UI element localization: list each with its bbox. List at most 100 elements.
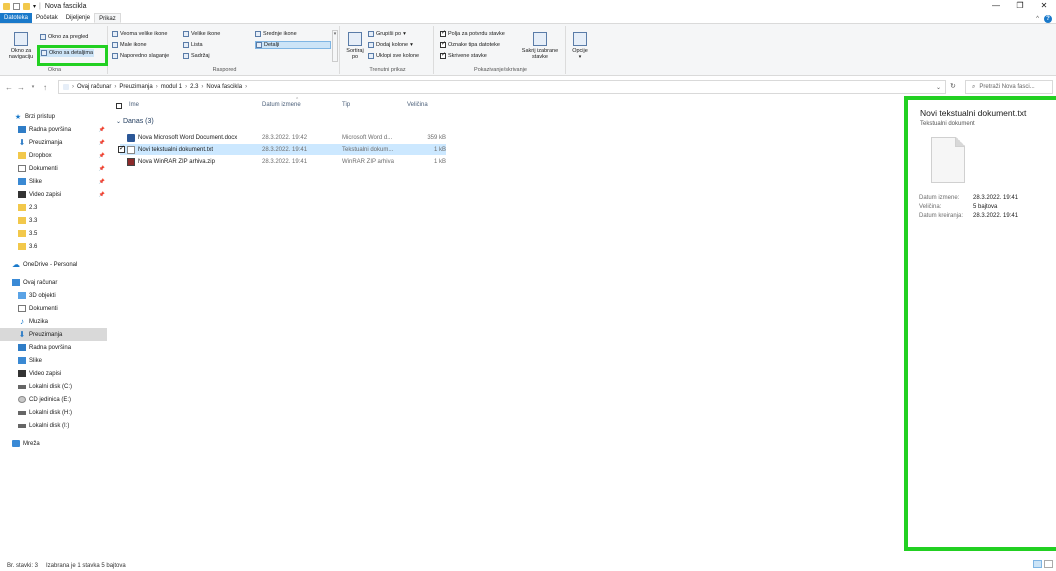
nav-item-3d-objects[interactable]: 3D objekti: [0, 289, 107, 302]
column-header-size[interactable]: Veličina: [407, 102, 428, 112]
nav-item-downloads[interactable]: ⬇ Preuzimanja 📌: [0, 136, 107, 149]
documents-icon: [18, 305, 26, 312]
nav-item-onedrive[interactable]: ☁ OneDrive - Personal: [0, 258, 107, 271]
nav-item-cd-e[interactable]: CD jedinica (E:): [0, 393, 107, 406]
nav-item-dropbox[interactable]: Dropbox 📌: [0, 149, 107, 162]
customize-toolbar-icon[interactable]: ▾: [33, 3, 36, 10]
pin-icon[interactable]: 📌: [99, 153, 105, 159]
nav-item-disk-i[interactable]: Lokalni disk (I:): [0, 419, 107, 432]
file-date: 28.3.2022. 19:41: [262, 146, 308, 153]
column-header-date[interactable]: Datum izmene: [262, 102, 301, 112]
nav-label: Dokumenti: [29, 165, 58, 172]
folder-icon: [18, 243, 26, 250]
window-controls: — ❐ ✕: [984, 0, 1056, 12]
group-by-button[interactable]: Grupiši po ▾: [368, 31, 406, 37]
select-all-checkbox[interactable]: [116, 103, 122, 109]
folder-icon[interactable]: [3, 2, 10, 10]
group-header[interactable]: ⌄ Danas (3): [116, 118, 154, 125]
nav-item-quick-access[interactable]: ★ Brzi pristup: [0, 110, 107, 123]
nav-item-music[interactable]: ♪ Muzika: [0, 315, 107, 328]
checkbox-icon: [440, 51, 446, 59]
item-checkboxes-toggle[interactable]: Polja za potvrdu stavke: [440, 29, 505, 37]
refresh-icon[interactable]: ↻: [950, 82, 956, 90]
nav-item-desktop-pc[interactable]: Radna površina: [0, 341, 107, 354]
options-button[interactable]: Opcije ▾: [570, 32, 590, 60]
nav-item-disk-h[interactable]: Lokalni disk (H:): [0, 406, 107, 419]
nav-item-folder-3-3[interactable]: 3.3: [0, 214, 107, 227]
back-icon[interactable]: ←: [3, 83, 15, 92]
layout-scroll-icon[interactable]: ▾: [332, 30, 338, 62]
table-row[interactable]: Novi tekstualni dokument.txt 28.3.2022. …: [118, 144, 446, 155]
nav-item-pictures-pc[interactable]: Slike: [0, 354, 107, 367]
hide-selected-button[interactable]: Sakrij izabrane stavke: [518, 32, 562, 60]
recent-locations-icon[interactable]: ▾: [27, 84, 39, 90]
new-folder-icon[interactable]: [23, 2, 30, 10]
up-icon[interactable]: ↑: [39, 83, 51, 92]
pin-icon[interactable]: 📌: [99, 166, 105, 172]
breadcrumb-item[interactable]: 2.3: [190, 84, 198, 90]
nav-item-network[interactable]: Mreža: [0, 437, 107, 450]
minimize-button[interactable]: —: [984, 0, 1008, 12]
pin-icon[interactable]: 📌: [99, 179, 105, 185]
sort-by-button[interactable]: Sortiraj po: [344, 32, 366, 60]
address-dropdown-icon[interactable]: ⌄: [936, 84, 941, 91]
preview-pane-button[interactable]: Okno za pregled: [40, 34, 88, 40]
nav-item-folder-2-3[interactable]: 2.3: [0, 201, 107, 214]
table-row[interactable]: Nova WinRAR ZIP arhiva.zip 28.3.2022. 19…: [120, 156, 446, 167]
pin-icon[interactable]: 📌: [99, 140, 105, 146]
layout-small-icons[interactable]: Male ikone: [112, 42, 147, 48]
tab-view[interactable]: Prikaz: [94, 13, 121, 23]
help-icon[interactable]: ?: [1044, 14, 1052, 23]
nav-item-desktop[interactable]: Radna površina 📌: [0, 123, 107, 136]
layout-extra-large-icons[interactable]: Veoma velike ikone: [112, 31, 167, 37]
properties-icon[interactable]: [13, 2, 20, 10]
address-bar[interactable]: › Ovaj računar › Preuzimanja › modul 1 › 2.…: [58, 80, 946, 94]
nav-item-videos[interactable]: Video zapisi 📌: [0, 188, 107, 201]
layout-content[interactable]: Sadržaj: [183, 53, 210, 59]
close-button[interactable]: ✕: [1032, 0, 1056, 12]
layout-tiles[interactable]: Naporedno slaganje: [112, 53, 169, 59]
row-checkbox[interactable]: [118, 144, 125, 153]
add-columns-button[interactable]: Dodaj kolone ▾: [368, 42, 413, 48]
breadcrumb-item[interactable]: Preuzimanja: [119, 84, 152, 90]
pictures-icon: [18, 178, 26, 185]
layout-details[interactable]: Detalji: [255, 41, 331, 49]
fit-columns-button[interactable]: Uklopi sve kolone: [368, 53, 419, 59]
nav-item-documents[interactable]: Dokumenti 📌: [0, 162, 107, 175]
layout-list[interactable]: Lista: [183, 42, 203, 48]
nav-item-disk-c[interactable]: Lokalni disk (C:): [0, 380, 107, 393]
nav-item-videos-pc[interactable]: Video zapisi: [0, 367, 107, 380]
tab-home[interactable]: Početak: [32, 13, 62, 23]
tab-file[interactable]: Datoteka: [0, 13, 33, 23]
restore-button[interactable]: ❐: [1008, 0, 1032, 12]
pin-icon[interactable]: 📌: [99, 192, 105, 198]
forward-icon[interactable]: →: [15, 83, 27, 92]
prop-value[interactable]: 28.3.2022. 19:41: [973, 195, 1018, 201]
layout-large-icons[interactable]: Velike ikone: [183, 31, 220, 37]
nav-item-documents-pc[interactable]: Dokumenti: [0, 302, 107, 315]
details-view-icon[interactable]: [1033, 560, 1042, 568]
breadcrumb-item[interactable]: modul 1: [161, 84, 182, 90]
breadcrumb-item[interactable]: Ovaj računar: [77, 84, 111, 90]
nav-item-this-pc[interactable]: Ovaj računar: [0, 276, 107, 289]
nav-item-folder-3-5[interactable]: 3.5: [0, 227, 107, 240]
search-input[interactable]: Pretraži Nova fasci...: [979, 84, 1034, 90]
navigation-pane-button[interactable]: Okno za navigaciju: [6, 32, 36, 60]
column-header-name[interactable]: Ime: [129, 102, 139, 112]
layout-medium-icons[interactable]: Srednje ikone: [255, 31, 297, 37]
search-box[interactable]: ⌕ Pretraži Nova fasci...: [965, 80, 1053, 94]
pin-icon[interactable]: 📌: [99, 127, 105, 133]
tab-share[interactable]: Dijeljenje: [62, 13, 94, 23]
prop-value[interactable]: 28.3.2022. 19:41: [973, 213, 1018, 219]
table-row[interactable]: Nova Microsoft Word Document.docx 28.3.2…: [120, 132, 446, 143]
column-header-type[interactable]: Tip: [342, 102, 350, 112]
preview-pane-icon: [40, 34, 46, 40]
breadcrumb-item[interactable]: Nova fascikla: [206, 84, 242, 90]
file-extensions-toggle[interactable]: Oznake tipa datoteke: [440, 40, 500, 48]
nav-item-folder-3-6[interactable]: 3.6: [0, 240, 107, 253]
nav-item-downloads-pc[interactable]: ⬇ Preuzimanja: [0, 328, 107, 341]
large-icons-view-icon[interactable]: [1044, 560, 1053, 568]
nav-item-pictures[interactable]: Slike 📌: [0, 175, 107, 188]
collapse-ribbon-icon[interactable]: ^: [1036, 16, 1039, 22]
hidden-items-toggle[interactable]: Skrivene stavke: [440, 51, 487, 59]
